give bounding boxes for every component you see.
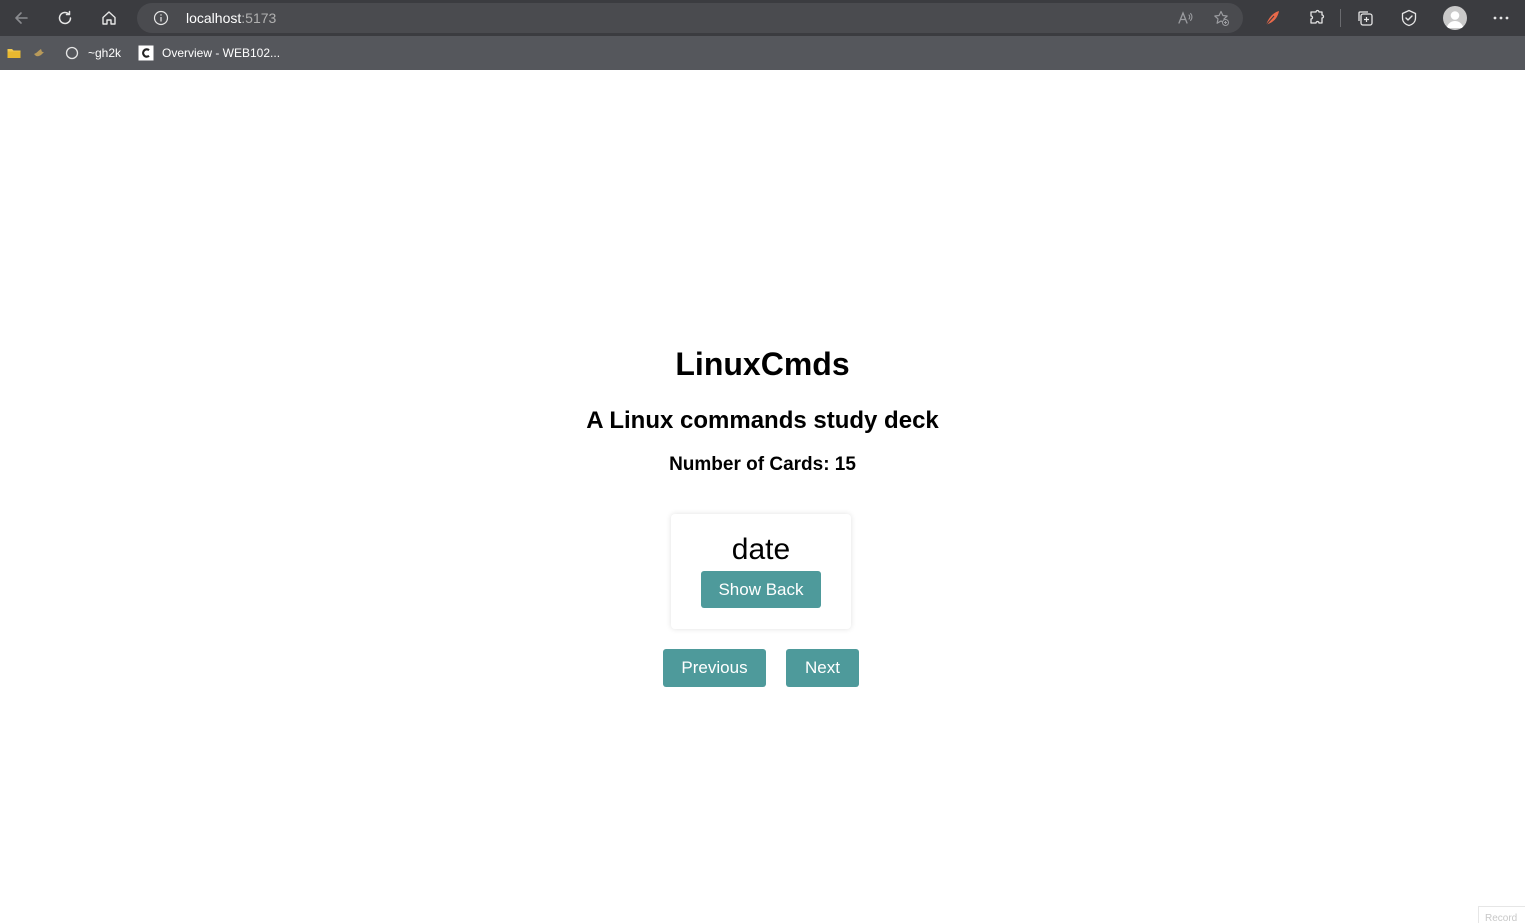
back-arrow-icon — [15, 12, 28, 24]
previous-button[interactable]: Previous — [663, 649, 766, 687]
reload-button[interactable] — [52, 5, 78, 31]
flashcard: date Show Back — [671, 514, 851, 629]
bookmark-overview[interactable]: Overview - WEB102... — [138, 43, 280, 63]
back-button[interactable] — [8, 5, 34, 31]
user-avatar-icon — [1446, 11, 1464, 28]
card-count: Number of Cards: 15 — [669, 454, 856, 475]
url-host: localhost — [186, 10, 242, 26]
reload-icon — [58, 10, 72, 25]
page-content: LinuxCmds A Linux commands study deck Nu… — [0, 70, 1525, 923]
profile-avatar[interactable] — [1443, 6, 1467, 30]
extensions-puzzle-icon[interactable] — [1306, 8, 1326, 28]
bookmark-label: ~gh2k — [88, 46, 122, 60]
bookmark-gh2k[interactable]: ~gh2k — [64, 43, 121, 63]
record-overlay: Record — [1478, 906, 1525, 923]
home-button[interactable] — [96, 5, 122, 31]
page-title: LinuxCmds — [675, 346, 850, 382]
url-port: :5173 — [241, 10, 277, 26]
browser-toolbar: localhost:5173 — [0, 0, 1525, 36]
bookmarks-bar: ~gh2k Overview - WEB102... — [0, 36, 1525, 70]
site-info-icon[interactable] — [153, 10, 169, 26]
bookmark-bird[interactable] — [32, 43, 48, 63]
card-front-text: date — [731, 533, 791, 566]
page-subtitle: A Linux commands study deck — [586, 407, 939, 434]
feather-extension-icon[interactable] — [1262, 8, 1282, 28]
read-aloud-icon[interactable] — [1176, 9, 1194, 27]
next-button[interactable]: Next — [786, 649, 859, 687]
codepath-logo-icon — [138, 45, 154, 61]
folder-icon — [7, 49, 21, 58]
bookmark-label: Overview - WEB102... — [162, 46, 281, 60]
bookmark-folder[interactable] — [6, 43, 22, 63]
circle-icon — [64, 45, 80, 61]
bird-icon — [34, 49, 44, 57]
more-dots-icon — [1493, 16, 1509, 20]
toolbar-divider — [1340, 9, 1341, 27]
address-bar[interactable]: localhost:5173 — [137, 3, 1243, 33]
browser-essentials-icon[interactable] — [1399, 8, 1419, 28]
more-menu-button[interactable] — [1491, 8, 1511, 28]
favorite-star-icon[interactable] — [1212, 9, 1230, 27]
collections-icon[interactable] — [1355, 8, 1375, 28]
home-icon — [102, 11, 116, 25]
show-back-button[interactable]: Show Back — [701, 571, 821, 608]
url-text[interactable]: localhost:5173 — [186, 10, 276, 26]
browser-chrome: localhost:5173 ~gh2k Overview - WEB102..… — [0, 0, 1525, 70]
